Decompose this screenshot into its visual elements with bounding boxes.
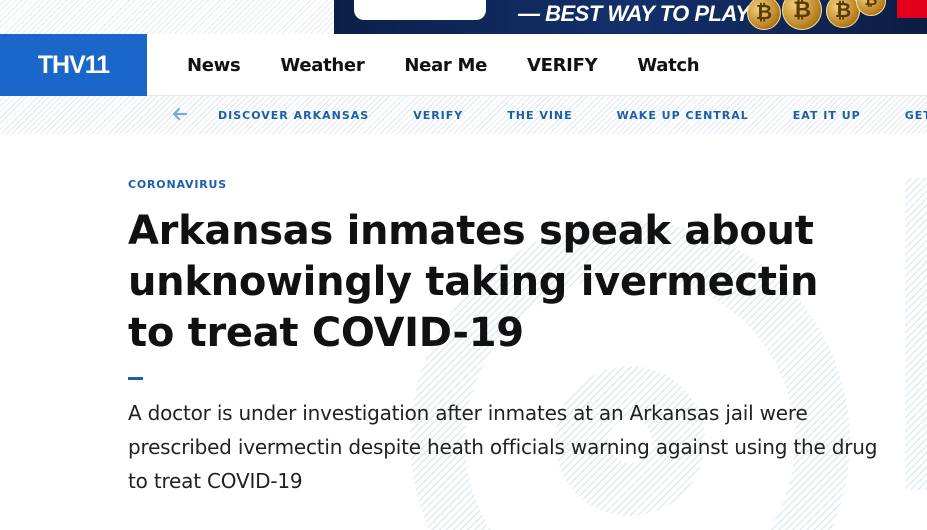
arrow-left-icon[interactable] bbox=[172, 106, 190, 124]
article-category[interactable]: CORONAVIRUS bbox=[128, 178, 888, 191]
ad-subtext: WHERE THE GAME BEGINS bbox=[364, 9, 476, 18]
top-ad-strip: WHERE THE GAME BEGINS — BEST WAY TO PLAY… bbox=[0, 0, 927, 34]
nav-menu: News Weather Near Me VERIFY Watch bbox=[187, 34, 739, 96]
subnav-item-discover-arkansas[interactable]: DISCOVER ARKANSAS bbox=[218, 109, 369, 122]
coin-icon: ₿ bbox=[826, 0, 860, 28]
subnav-item-eat-it-up[interactable]: EAT IT UP bbox=[793, 109, 861, 122]
article-header: CORONAVIRUS Arkansas inmates speak about… bbox=[128, 178, 888, 498]
subnav-item-the-vine[interactable]: THE VINE bbox=[507, 109, 572, 122]
ad-tagline: — BEST WAY TO PLAY — bbox=[518, 1, 777, 26]
logo-text: THV11 bbox=[37, 50, 110, 79]
coin-icon: ₿ bbox=[856, 0, 886, 16]
headline-divider bbox=[128, 377, 143, 380]
coin-icon: ₿ bbox=[782, 0, 822, 30]
subnav-menu: DISCOVER ARKANSAS VERIFY THE VINE WAKE U… bbox=[218, 96, 927, 134]
site-logo[interactable]: THV11 bbox=[0, 34, 147, 96]
main-navigation: THV11 News Weather Near Me VERIFY Watch bbox=[0, 34, 927, 96]
sub-navigation: DISCOVER ARKANSAS VERIFY THE VINE WAKE U… bbox=[0, 96, 927, 134]
nav-item-near-me[interactable]: Near Me bbox=[404, 55, 487, 76]
advertisement-banner[interactable]: WHERE THE GAME BEGINS — BEST WAY TO PLAY… bbox=[334, 0, 927, 34]
article-summary: A doctor is under investigation after in… bbox=[128, 401, 878, 493]
subnav-item-verify[interactable]: VERIFY bbox=[413, 109, 463, 122]
nav-item-verify[interactable]: VERIFY bbox=[527, 55, 598, 76]
nav-item-watch[interactable]: Watch bbox=[637, 55, 699, 76]
nav-item-weather[interactable]: Weather bbox=[280, 55, 364, 76]
subnav-item-gettin[interactable]: GETTIN bbox=[905, 109, 927, 122]
nav-item-news[interactable]: News bbox=[187, 55, 241, 76]
article-headline: Arkansas inmates speak about unknowingly… bbox=[128, 208, 819, 356]
ad-badge bbox=[897, 0, 927, 18]
subnav-item-wake-up-central[interactable]: WAKE UP CENTRAL bbox=[617, 109, 749, 122]
